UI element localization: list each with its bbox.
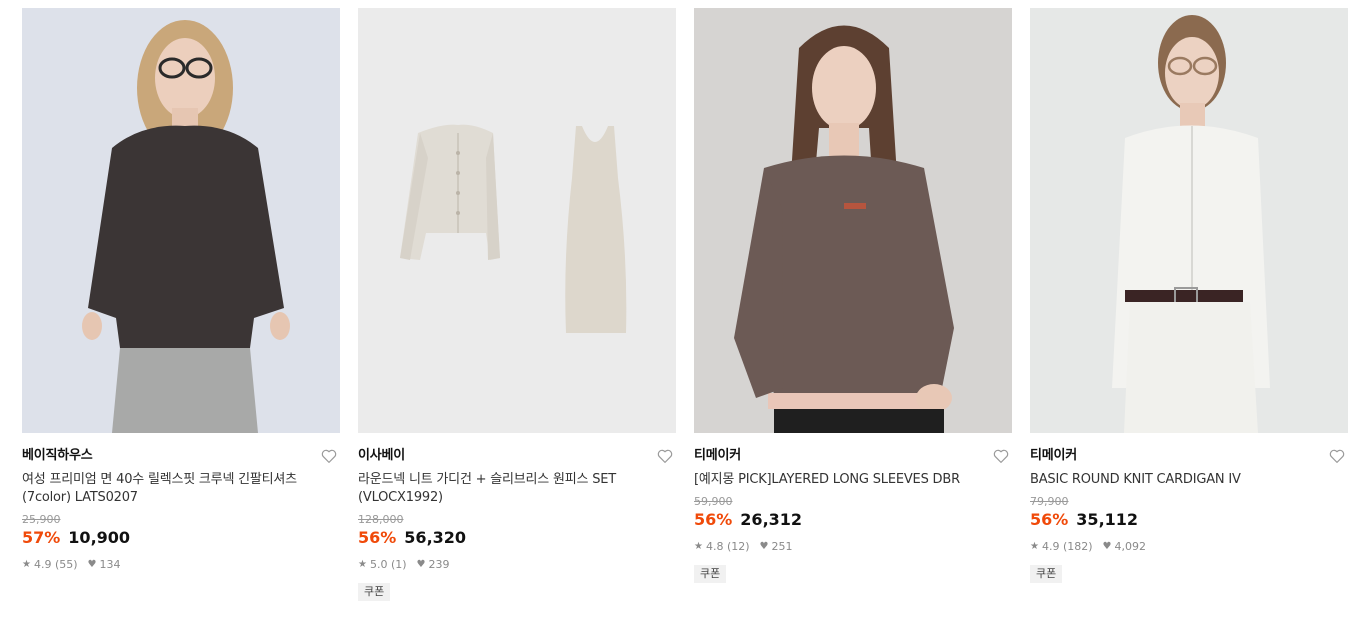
heart-filled-icon: ♥ bbox=[416, 559, 426, 570]
brand-name[interactable]: 베이직하우스 bbox=[22, 448, 93, 463]
discount-rate: 56% bbox=[1030, 510, 1069, 529]
sale-price: 26,312 bbox=[740, 510, 803, 529]
heart-outline-icon[interactable] bbox=[1328, 447, 1346, 465]
rating: 5.0 (1) bbox=[369, 558, 407, 571]
price-row: 56% 56,320 bbox=[358, 527, 676, 549]
like-count: 251 bbox=[771, 540, 793, 553]
coupon-badge: 쿠폰 bbox=[694, 565, 727, 583]
product-grid: 베이직하우스 여성 프리미엄 면 40수 릴렉스핏 크루넥 긴팔티셔츠 (7co… bbox=[0, 0, 1358, 641]
review-meta: ★ 4.9 (55) ♥ 134 bbox=[22, 557, 340, 573]
brand-name[interactable]: 티메이커 bbox=[694, 448, 741, 463]
heart-filled-icon: ♥ bbox=[759, 541, 769, 552]
brand-name[interactable]: 이사베이 bbox=[358, 448, 405, 463]
original-price: 59,900 bbox=[694, 495, 733, 508]
product-card[interactable]: 티메이커 [예지몽 PICK]LAYERED LONG SLEEVES DBR … bbox=[694, 8, 1012, 583]
like-count: 134 bbox=[99, 558, 121, 571]
like-count: 239 bbox=[428, 558, 450, 571]
price-row: 56% 26,312 bbox=[694, 509, 1012, 531]
star-icon: ★ bbox=[694, 541, 703, 552]
heart-filled-icon: ♥ bbox=[1102, 541, 1112, 552]
discount-rate: 56% bbox=[694, 510, 733, 529]
discount-rate: 57% bbox=[22, 528, 61, 547]
original-price: 25,900 bbox=[22, 513, 61, 526]
coupon-badge: 쿠폰 bbox=[358, 583, 391, 601]
price-row: 57% 10,900 bbox=[22, 527, 340, 549]
product-card[interactable]: 이사베이 라운드넥 니트 가디건 + 슬리브리스 원피스 SET (VLOCX1… bbox=[358, 8, 676, 601]
product-title[interactable]: BASIC ROUND KNIT CARDIGAN IV bbox=[1030, 471, 1330, 489]
sale-price: 35,112 bbox=[1076, 510, 1139, 529]
rating: 4.9 (182) bbox=[1041, 540, 1093, 553]
rating: 4.8 (12) bbox=[705, 540, 750, 553]
star-icon: ★ bbox=[358, 559, 367, 570]
product-image[interactable] bbox=[1030, 8, 1348, 433]
heart-outline-icon[interactable] bbox=[992, 447, 1010, 465]
coupon-badge: 쿠폰 bbox=[1030, 565, 1063, 583]
brand-name[interactable]: 티메이커 bbox=[1030, 448, 1077, 463]
star-icon: ★ bbox=[1030, 541, 1039, 552]
star-icon: ★ bbox=[22, 559, 31, 570]
original-price: 128,000 bbox=[358, 513, 404, 526]
product-title[interactable]: 여성 프리미엄 면 40수 릴렉스핏 크루넥 긴팔티셔츠 (7color) LA… bbox=[22, 471, 322, 507]
review-meta: ★ 5.0 (1) ♥ 239 bbox=[358, 557, 676, 573]
product-image[interactable] bbox=[22, 8, 340, 433]
heart-filled-icon: ♥ bbox=[87, 559, 97, 570]
sale-price: 56,320 bbox=[404, 528, 467, 547]
product-image[interactable] bbox=[694, 8, 1012, 433]
discount-rate: 56% bbox=[358, 528, 397, 547]
product-card[interactable]: 베이직하우스 여성 프리미엄 면 40수 릴렉스핏 크루넥 긴팔티셔츠 (7co… bbox=[22, 8, 340, 573]
review-meta: ★ 4.8 (12) ♥ 251 bbox=[694, 539, 1012, 555]
product-title[interactable]: 라운드넥 니트 가디건 + 슬리브리스 원피스 SET (VLOCX1992) bbox=[358, 471, 658, 507]
rating: 4.9 (55) bbox=[33, 558, 78, 571]
heart-outline-icon[interactable] bbox=[656, 447, 674, 465]
product-image[interactable] bbox=[358, 8, 676, 433]
review-meta: ★ 4.9 (182) ♥ 4,092 bbox=[1030, 539, 1348, 555]
original-price: 79,900 bbox=[1030, 495, 1069, 508]
product-title[interactable]: [예지몽 PICK]LAYERED LONG SLEEVES DBR bbox=[694, 471, 994, 489]
product-card[interactable]: 티메이커 BASIC ROUND KNIT CARDIGAN IV 79,900… bbox=[1030, 8, 1348, 583]
like-count: 4,092 bbox=[1114, 540, 1147, 553]
price-row: 56% 35,112 bbox=[1030, 509, 1348, 531]
sale-price: 10,900 bbox=[68, 528, 131, 547]
heart-outline-icon[interactable] bbox=[320, 447, 338, 465]
